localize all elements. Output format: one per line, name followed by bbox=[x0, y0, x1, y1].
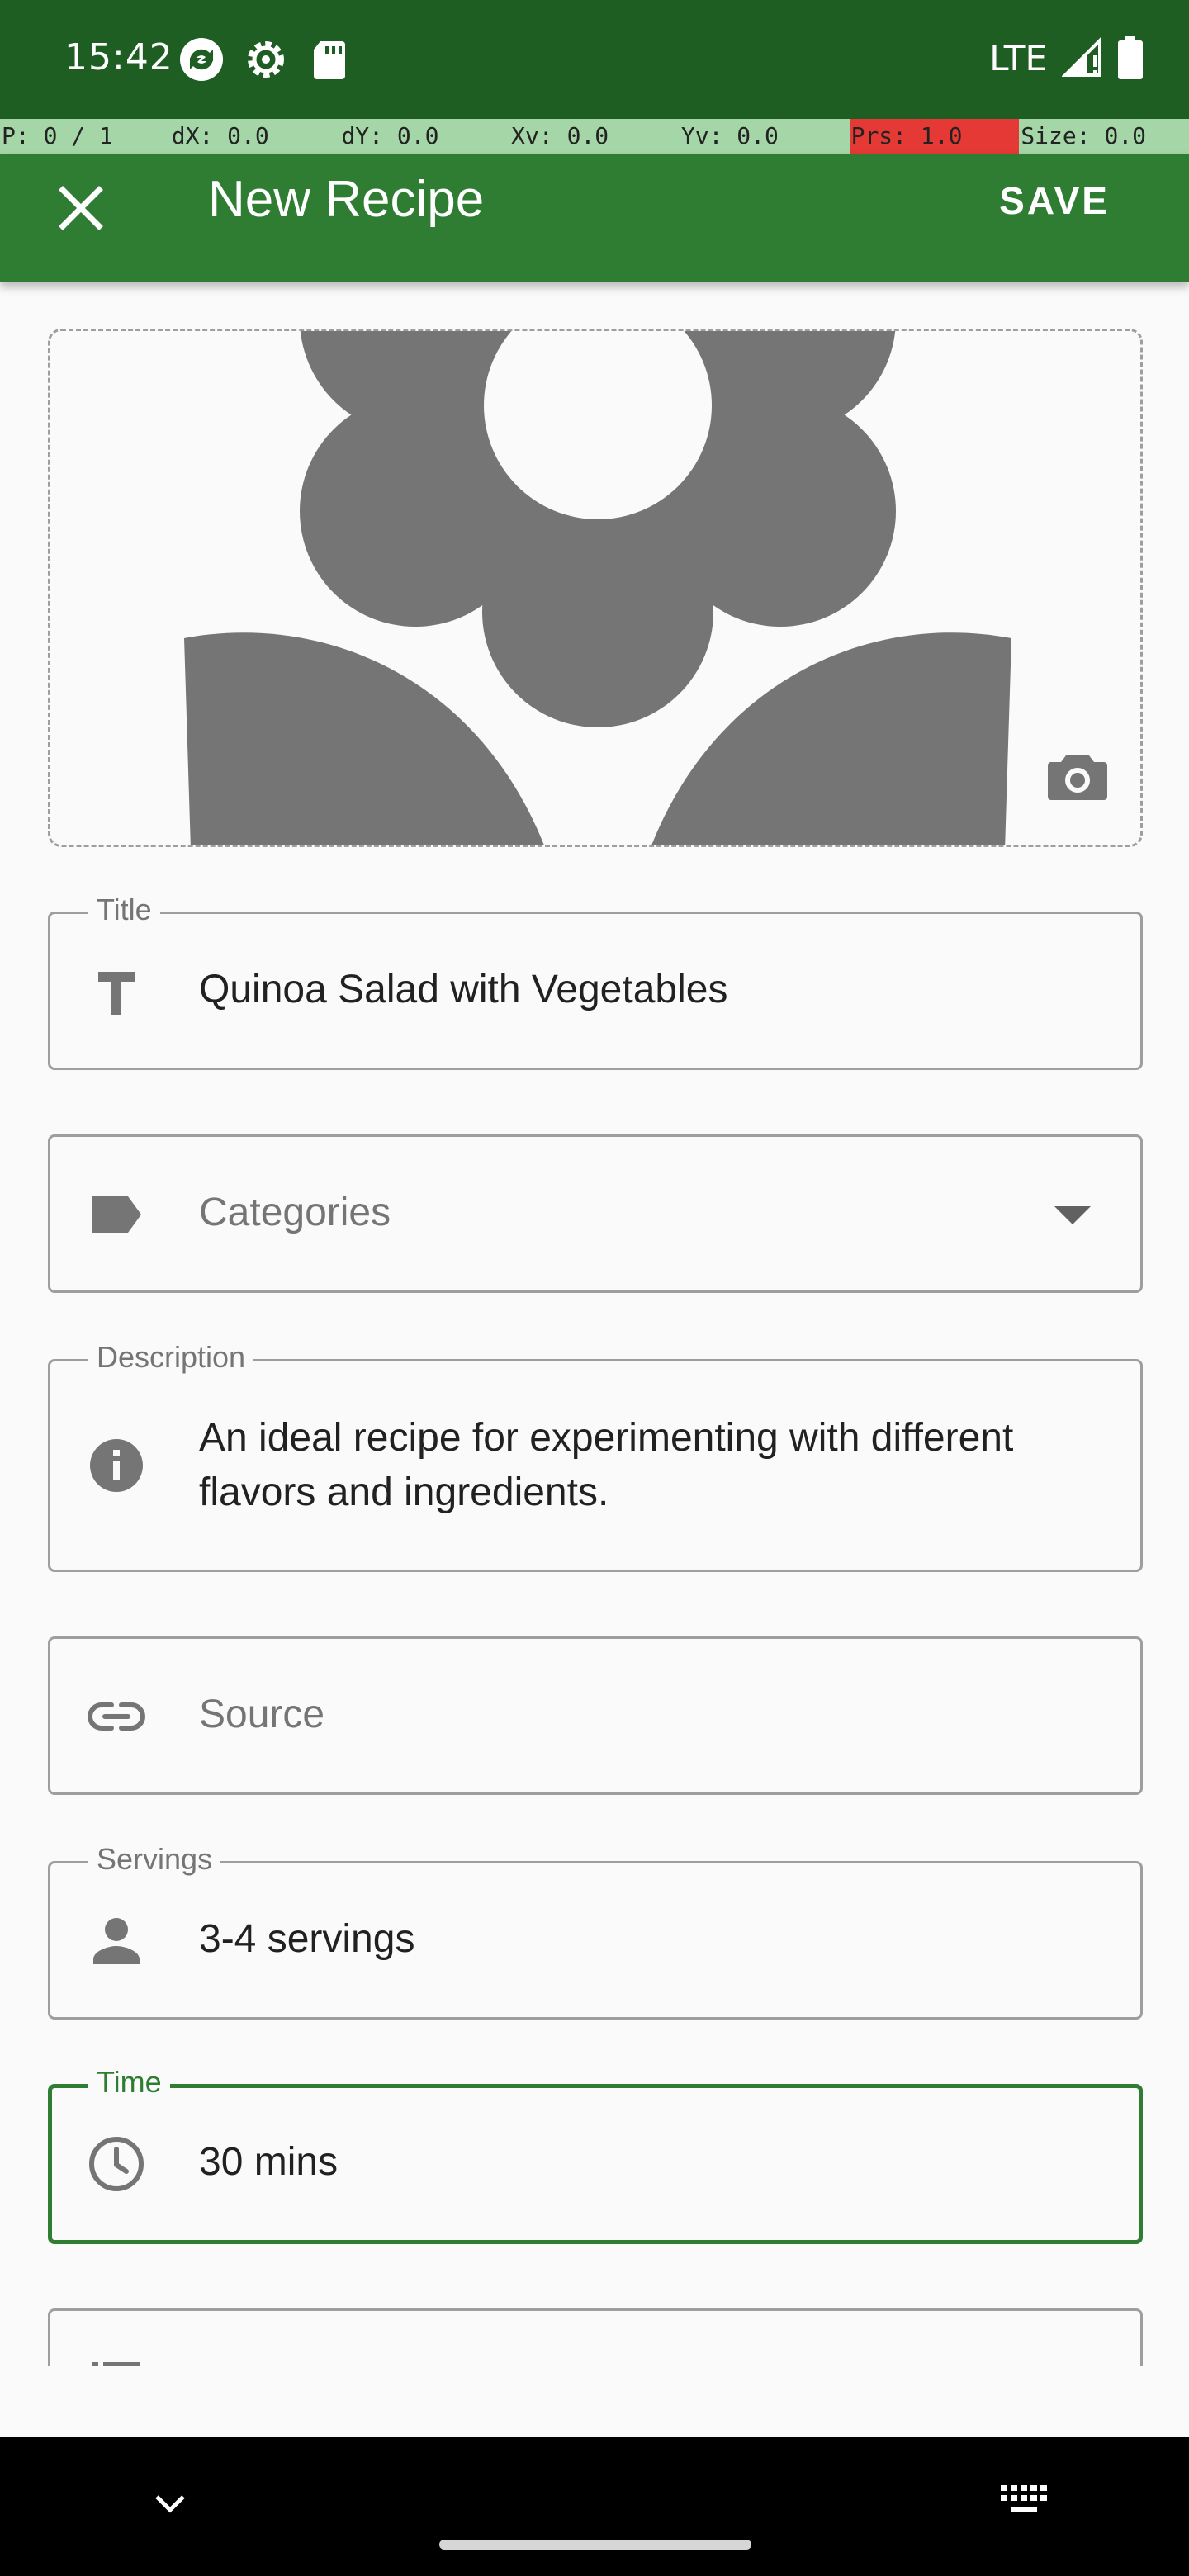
debug-pointer-count: P: 0 / 1 bbox=[2, 122, 113, 149]
link-icon bbox=[88, 1702, 145, 1731]
next-field-partial[interactable] bbox=[48, 2308, 1143, 2367]
status-bar: 15:42 LTE bbox=[0, 0, 1189, 119]
servings-field-label: Servings bbox=[88, 1842, 221, 1877]
categories-dropdown[interactable]: Categories bbox=[48, 1134, 1143, 1293]
status-right: LTE bbox=[989, 36, 1143, 79]
battery-icon bbox=[1118, 36, 1143, 79]
time-input[interactable]: 30 mins bbox=[199, 2139, 1089, 2185]
network-type: LTE bbox=[989, 37, 1047, 78]
text-title-icon bbox=[98, 972, 135, 1015]
camera-button[interactable] bbox=[1045, 744, 1111, 810]
label-tag-icon bbox=[92, 1196, 141, 1233]
description-field[interactable]: Description An ideal recipe for experime… bbox=[48, 1340, 1143, 1572]
person-icon bbox=[93, 1918, 140, 1964]
recipe-image-picker[interactable] bbox=[48, 329, 1143, 847]
sync-icon bbox=[178, 36, 225, 83]
camera-icon bbox=[1048, 755, 1107, 800]
chevron-down-icon[interactable] bbox=[1048, 1190, 1097, 1239]
save-button[interactable]: SAVE bbox=[999, 178, 1110, 223]
source-field[interactable]: Source bbox=[48, 1636, 1143, 1795]
debug-yv: Yv: 0.0 bbox=[680, 122, 779, 149]
servings-input[interactable]: 3-4 servings bbox=[199, 1916, 1091, 1962]
status-left-icons bbox=[178, 36, 353, 83]
description-field-label: Description bbox=[88, 1340, 254, 1375]
flower-image-placeholder-icon bbox=[184, 331, 1011, 845]
time-field-label: Time bbox=[88, 2065, 170, 2100]
debug-dy: dY: 0.0 bbox=[341, 122, 439, 149]
debug-dx: dX: 0.0 bbox=[171, 122, 269, 149]
categories-placeholder: Categories bbox=[199, 1191, 391, 1234]
signal-icon bbox=[1062, 37, 1101, 77]
debug-size: Size: 0.0 bbox=[1021, 122, 1147, 149]
hide-keyboard-chevron-icon[interactable] bbox=[145, 2479, 195, 2528]
app-bar: New Recipe SAVE bbox=[0, 154, 1189, 282]
debug-xv: Xv: 0.0 bbox=[511, 122, 609, 149]
title-field-label: Title bbox=[88, 893, 160, 927]
servings-field[interactable]: Servings 3-4 servings bbox=[48, 1842, 1143, 2020]
status-time: 15:42 bbox=[64, 36, 173, 78]
description-input[interactable]: An ideal recipe for experimenting with d… bbox=[199, 1411, 1091, 1520]
home-gesture-handle[interactable] bbox=[439, 2540, 751, 2550]
close-icon bbox=[59, 186, 103, 230]
scroll-clip-band bbox=[0, 2366, 1189, 2437]
settings-gear-icon bbox=[243, 36, 289, 83]
page-title: New Recipe bbox=[208, 171, 485, 228]
keyboard-icon[interactable] bbox=[999, 2482, 1049, 2525]
debug-pressure: Prs: 1.0 bbox=[849, 119, 1020, 154]
pointer-location-overlay: P: 0 / 1 dX: 0.0 dY: 0.0 Xv: 0.0 Yv: 0.0… bbox=[0, 119, 1189, 154]
title-field[interactable]: Title Quinoa Salad with Vegetables bbox=[48, 893, 1143, 1070]
clock-icon bbox=[89, 2137, 144, 2191]
sd-card-icon bbox=[307, 36, 353, 83]
source-input[interactable]: Source bbox=[199, 1692, 1091, 1737]
close-button[interactable] bbox=[48, 175, 114, 241]
info-icon bbox=[90, 1439, 143, 1492]
time-field[interactable]: Time 30 mins bbox=[48, 2065, 1143, 2244]
system-navigation-bar bbox=[0, 2437, 1189, 2576]
title-input[interactable]: Quinoa Salad with Vegetables bbox=[199, 967, 1091, 1012]
